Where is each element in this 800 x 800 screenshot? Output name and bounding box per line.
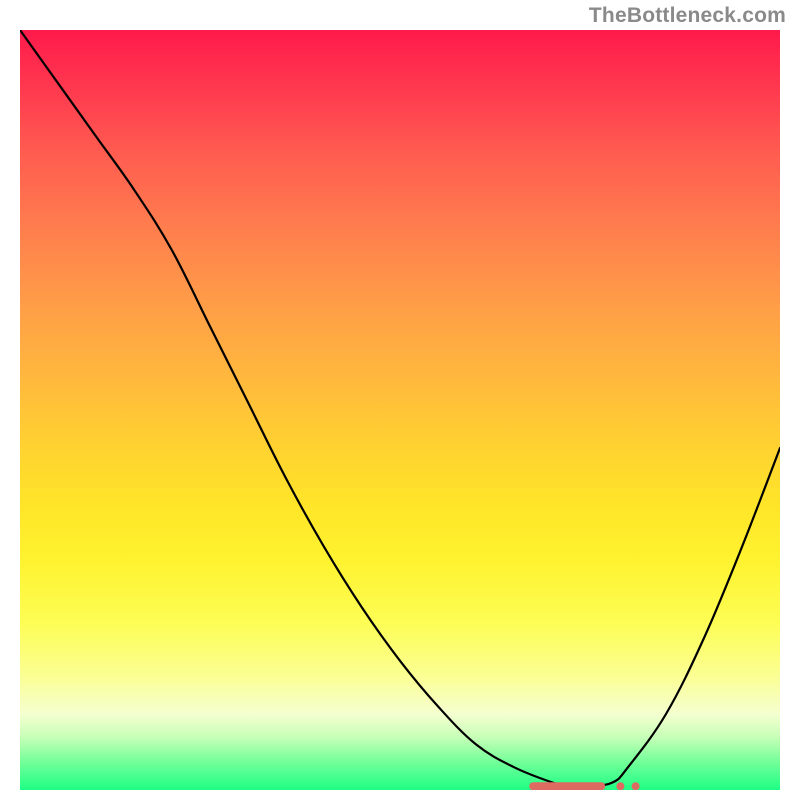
chart-container: TheBottleneck.com [0,0,800,800]
attribution-label: TheBottleneck.com [589,4,786,28]
bottleneck-curve [20,30,780,787]
chart-svg [20,30,780,790]
trough-markers [529,782,639,790]
plot-area [20,30,780,790]
